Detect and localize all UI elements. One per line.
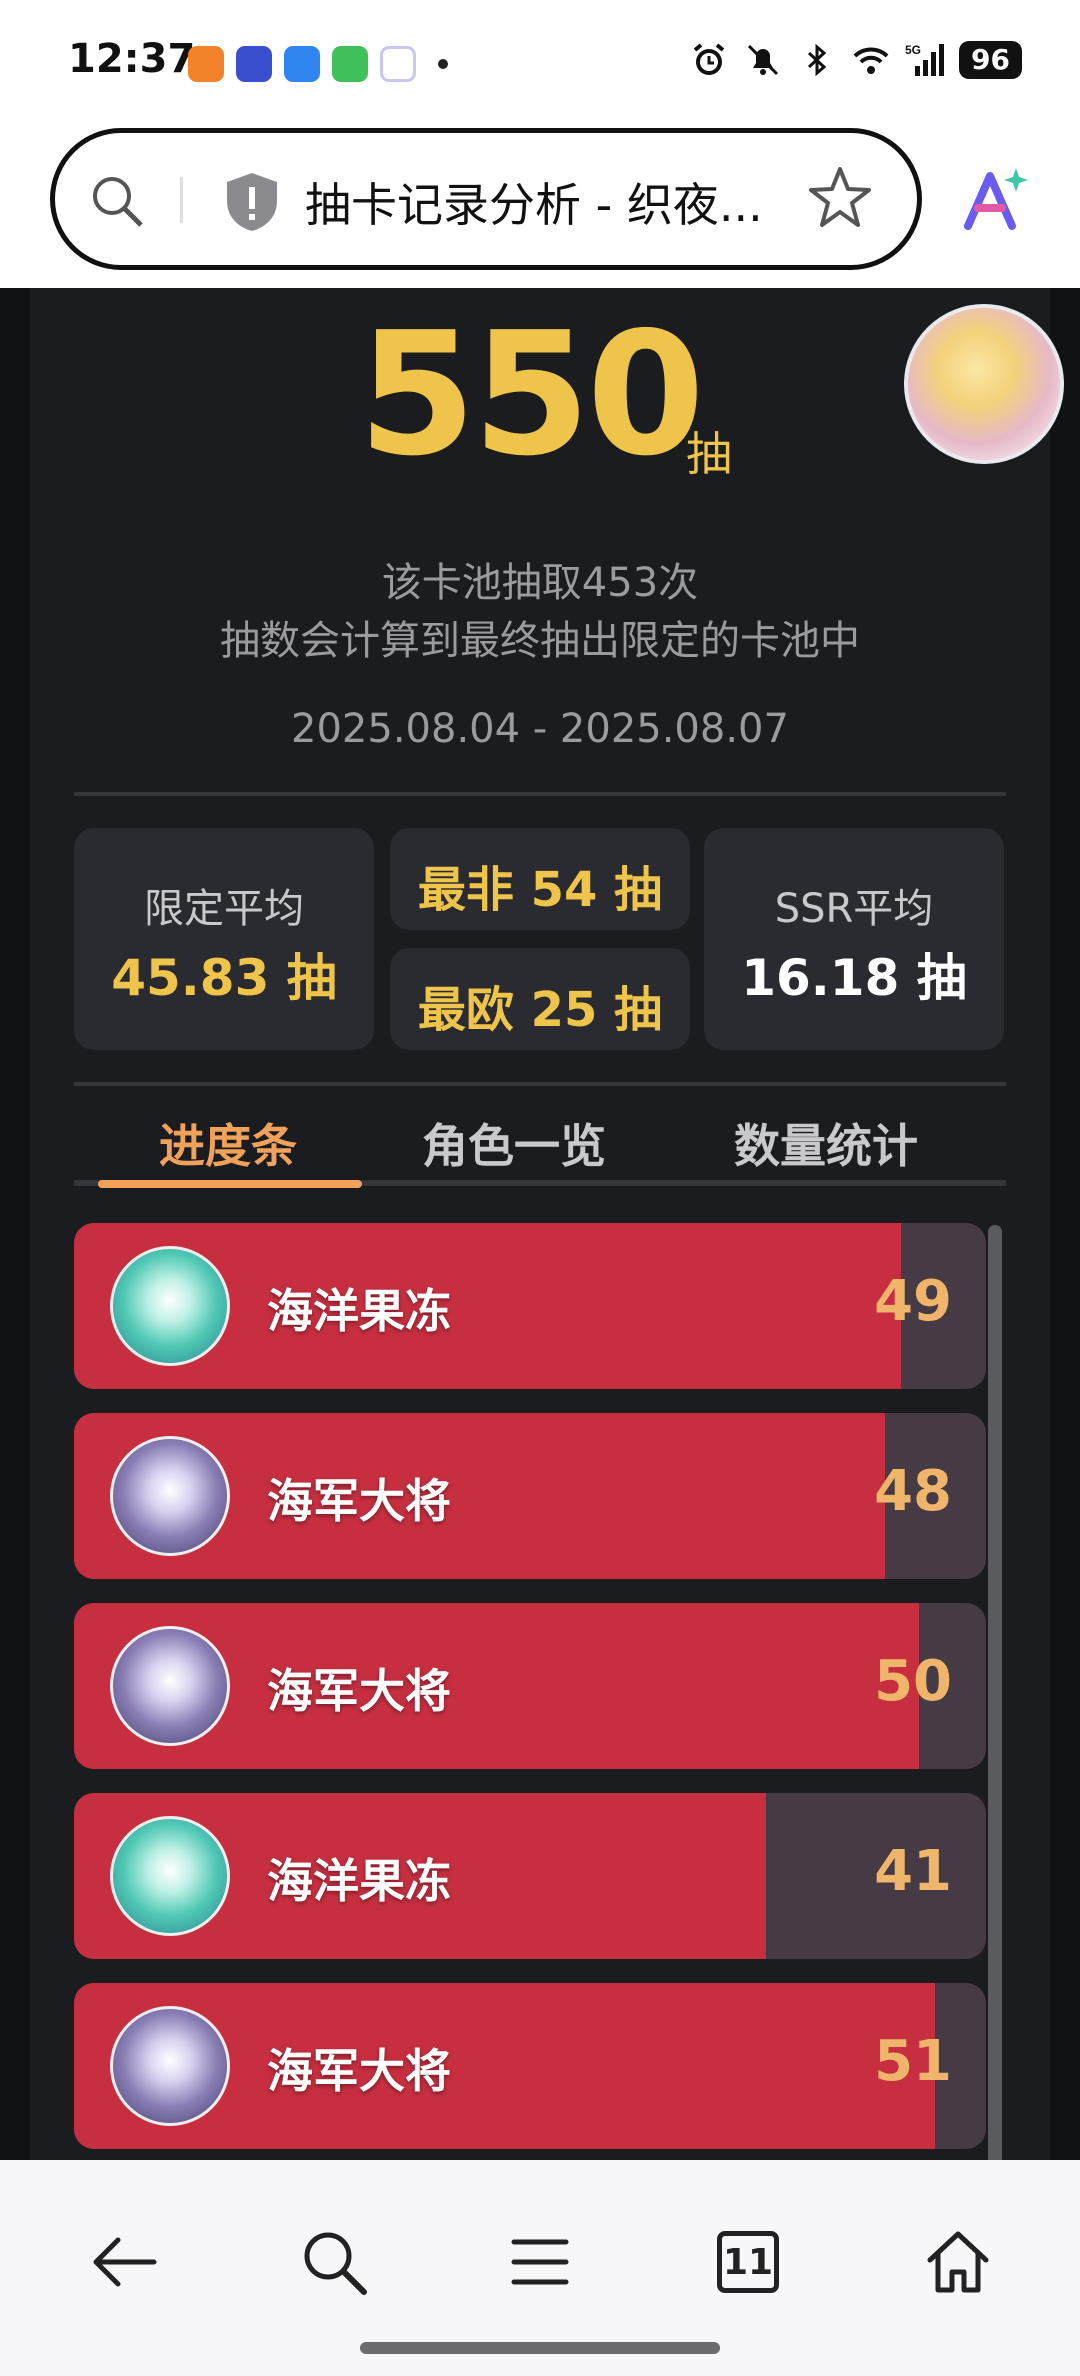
tab-progress-bar[interactable]: 进度条: [159, 1110, 297, 1176]
url-separator: [180, 177, 183, 223]
pool-note-text: 抽数会计算到最终抽出限定的卡池中: [220, 618, 860, 664]
character-avatar: [110, 1816, 230, 1936]
status-bar: 12:37 5G 96: [0, 0, 1080, 122]
tab-character-list[interactable]: 角色一览: [422, 1110, 606, 1176]
browser-bottom-nav: 11: [0, 2160, 1080, 2376]
status-system-icons: 5G 96: [689, 40, 1022, 80]
ai-assistant-icon[interactable]: [958, 162, 1030, 234]
pull-count: 51: [874, 2029, 952, 2094]
ssr-average-card: SSR平均 16.18 抽: [704, 828, 1004, 1050]
character-avatar: [110, 2006, 230, 2126]
tabs-count: 11: [722, 2241, 774, 2283]
character-name: 海洋果冻: [267, 1854, 451, 1908]
tabs-button[interactable]: 11: [704, 2218, 792, 2306]
best-luck-value: 最欧 25 抽: [417, 982, 663, 1038]
character-avatar: [110, 1436, 230, 1556]
search-button[interactable]: [290, 2218, 378, 2306]
character-name: 海军大将: [267, 1474, 451, 1528]
list-item[interactable]: 海军大将 50: [74, 1603, 986, 1769]
pull-count: 50: [874, 1649, 952, 1714]
home-button[interactable]: [914, 2218, 1002, 2306]
worst-luck-card: 最非 54 抽: [390, 828, 690, 930]
total-pulls-number: 550: [358, 296, 705, 494]
ssr-average-value: 16.18 抽: [741, 949, 967, 1007]
tabs-icon: 11: [717, 2231, 779, 2293]
messages-app-icon: [332, 46, 368, 82]
tab-count-statistics[interactable]: 数量统计: [734, 1110, 918, 1176]
pull-count: 41: [874, 1839, 952, 1904]
character-name: 海军大将: [267, 1664, 451, 1718]
ssr-average-label: SSR平均: [774, 886, 934, 932]
character-name: 海洋果冻: [267, 1284, 451, 1338]
menu-icon: [511, 2239, 569, 2285]
files-app-icon: [284, 46, 320, 82]
total-pulls-unit: 抽: [686, 427, 732, 481]
page-title[interactable]: 抽卡记录分析 - 织夜...: [305, 169, 763, 235]
alarm-icon: [693, 43, 725, 75]
signal-5g-icon: 5G: [905, 43, 945, 76]
list-item[interactable]: 海洋果冻 49: [74, 1223, 986, 1389]
list-scrollbar[interactable]: [988, 1225, 1002, 2160]
tieba-app-icon: [236, 46, 272, 82]
pool-pull-count-text: 该卡池抽取453次: [381, 560, 699, 606]
home-indicator[interactable]: [360, 2342, 720, 2354]
worst-luck-value: 最非 54 抽: [417, 862, 663, 918]
tab-active-indicator: [98, 1180, 362, 1188]
star-icon[interactable]: [807, 165, 873, 231]
divider: [74, 792, 1006, 796]
view-tabs: 进度条 角色一览 数量统计: [74, 1098, 1006, 1188]
home-icon: [927, 2231, 989, 2293]
shield-icon[interactable]: [223, 171, 281, 233]
bluetooth-icon: [808, 43, 827, 77]
url-pill[interactable]: 抽卡记录分析 - 织夜...: [50, 128, 922, 270]
menu-button[interactable]: [496, 2218, 584, 2306]
scrollbar-thumb[interactable]: [988, 1225, 1002, 2160]
divider: [74, 1082, 1006, 1086]
pull-count: 48: [874, 1459, 952, 1524]
limited-average-card: 限定平均 45.83 抽: [74, 828, 374, 1050]
pull-count: 49: [874, 1269, 952, 1334]
limited-average-value: 45.83 抽: [111, 949, 337, 1007]
character-avatar: [110, 1626, 230, 1746]
page-content: 550 抽 该卡池抽取453次 抽数会计算到最终抽出限定的卡池中 2025.08…: [0, 288, 1080, 2160]
wifi-icon: [853, 47, 889, 74]
status-time: 12:37: [68, 36, 196, 82]
battery-indicator: 96: [959, 41, 1022, 79]
cloud-app-icon: [380, 46, 416, 82]
date-range: 2025.08.04 - 2025.08.07: [291, 706, 789, 752]
status-app-icons: [188, 46, 448, 82]
list-item[interactable]: 海军大将 48: [74, 1413, 986, 1579]
character-avatar: [110, 1246, 230, 1366]
list-item[interactable]: 海军大将 51: [74, 1983, 986, 2149]
mute-bell-icon: [747, 44, 779, 76]
character-name: 海军大将: [267, 2044, 451, 2098]
browser-address-bar: 抽卡记录分析 - 织夜...: [0, 122, 1080, 288]
list-item[interactable]: 海洋果冻 41: [74, 1793, 986, 1959]
more-notifications-icon: [438, 59, 448, 69]
limited-average-label: 限定平均: [144, 886, 304, 932]
back-arrow-icon: [93, 2237, 157, 2287]
taobao-app-icon: [188, 46, 224, 82]
svg-text:5G: 5G: [905, 43, 921, 57]
best-luck-card: 最欧 25 抽: [390, 948, 690, 1050]
search-icon: [304, 2232, 367, 2295]
back-button[interactable]: [80, 2218, 168, 2306]
search-icon[interactable]: [87, 171, 147, 231]
floating-avatar[interactable]: [904, 304, 1064, 464]
